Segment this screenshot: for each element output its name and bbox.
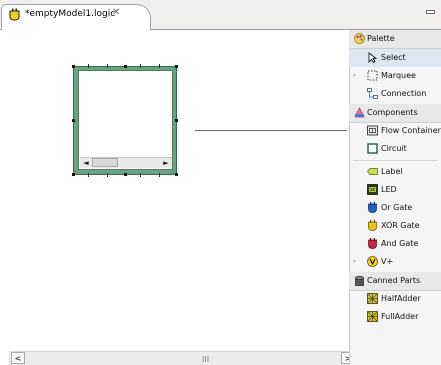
palette-separator (353, 160, 437, 161)
xor-gate-icon (367, 220, 378, 231)
canned-part-label: FullAdder (381, 312, 419, 321)
palette-item-and-gate[interactable]: And Gate (349, 235, 441, 253)
palette-tool-select[interactable]: Select (349, 49, 441, 67)
container-terminal (107, 173, 108, 177)
palette-title: Palette (367, 34, 395, 43)
tool-label: Marquee (381, 71, 416, 80)
component-label: V+ (381, 257, 394, 266)
drawer-label: Canned Parts (367, 276, 421, 285)
tool-label: Connection (381, 89, 427, 98)
selection-handle-ne[interactable] (175, 65, 178, 68)
palette-item-half-adder[interactable]: HalfAdder (349, 290, 441, 308)
diagram-canvas[interactable] (10, 30, 347, 352)
selection-handle-n[interactable] (124, 65, 127, 68)
component-label: Label (381, 167, 403, 176)
container-terminal (107, 64, 108, 68)
selection-handle-w[interactable] (72, 119, 75, 122)
full-adder-icon (367, 311, 378, 322)
led-icon (367, 184, 378, 195)
scroll-grip[interactable]: III (202, 355, 209, 364)
and-gate-icon (367, 238, 378, 249)
palette-item-xor-gate[interactable]: XOR Gate (349, 217, 441, 235)
palette-item-led[interactable]: LED (349, 181, 441, 199)
selection-handle-e[interactable] (175, 119, 178, 122)
palette-item-or-gate[interactable]: Or Gate (349, 199, 441, 217)
palette-tool-connection[interactable]: Connection (349, 85, 441, 103)
selection-handle-s[interactable] (124, 173, 127, 176)
component-label: Or Gate (381, 203, 413, 212)
half-adder-icon (367, 293, 378, 304)
palette-header[interactable]: Palette (349, 30, 441, 49)
minimize-icon[interactable] (426, 10, 435, 14)
selection-handle-sw[interactable] (72, 173, 75, 176)
container-terminal (88, 173, 89, 177)
selection-handle-se[interactable] (175, 173, 178, 176)
circuit-icon (367, 143, 378, 154)
close-icon[interactable]: ✕ (112, 7, 120, 18)
canned-parts-icon (354, 275, 365, 286)
vplus-icon (367, 256, 378, 267)
container-terminal (140, 64, 141, 68)
components-drawer[interactable]: Components (349, 104, 441, 123)
scroll-right-icon[interactable]: ► (161, 157, 171, 167)
tool-label: Select (381, 53, 406, 62)
palette-item-label[interactable]: Label (349, 163, 441, 181)
component-label: Flow Container (381, 126, 441, 135)
chevron-left-icon: < (14, 354, 22, 363)
expand-arrow-icon[interactable]: › (353, 72, 355, 79)
connection-wire[interactable] (195, 130, 347, 131)
component-label: LED (381, 185, 397, 194)
scroll-left-icon[interactable]: ◄ (81, 157, 91, 167)
logic-file-icon (8, 8, 21, 21)
canvas-horizontal-scrollbar[interactable] (9, 351, 357, 365)
label-icon (367, 166, 378, 177)
palette-item-full-adder[interactable]: FullAdder (349, 308, 441, 326)
tab-title: *emptyModel1.logic (25, 9, 116, 19)
or-gate-icon (367, 202, 378, 213)
component-label: XOR Gate (381, 221, 420, 230)
scroll-left-button[interactable]: < (11, 352, 25, 364)
canned-part-label: HalfAdder (381, 294, 421, 303)
container-terminal (159, 173, 160, 177)
palette-item-vplus[interactable]: › V+ (349, 253, 441, 271)
arrow-pointer-icon (367, 52, 378, 64)
flow-container-body[interactable] (78, 70, 173, 170)
flow-container-icon (367, 125, 378, 136)
connection-icon (367, 88, 378, 99)
components-icon (354, 107, 365, 118)
container-terminal (140, 173, 141, 177)
expand-arrow-icon[interactable]: › (353, 258, 355, 265)
palette-item-flow-container[interactable]: Flow Container (349, 122, 441, 140)
container-terminal (88, 64, 89, 68)
component-label: And Gate (381, 239, 419, 248)
canned-parts-drawer[interactable]: Canned Parts (349, 272, 441, 291)
palette-icon (354, 33, 365, 44)
marquee-icon (367, 70, 378, 81)
container-terminal (159, 64, 160, 68)
palette-tool-marquee[interactable]: › Marquee (349, 67, 441, 85)
drawer-label: Components (367, 108, 418, 117)
container-scroll-thumb[interactable] (92, 158, 118, 167)
component-label: Circuit (381, 144, 407, 153)
selection-handle-nw[interactable] (72, 65, 75, 68)
palette-item-circuit[interactable]: Circuit (349, 140, 441, 158)
